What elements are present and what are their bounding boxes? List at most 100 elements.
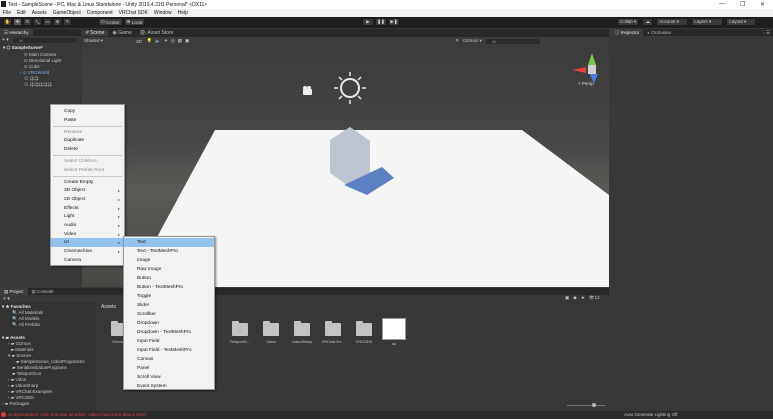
minimize-button[interactable]: — xyxy=(719,1,725,7)
hand-tool-icon[interactable]: ✋ xyxy=(3,18,12,26)
inspector-menu-icon[interactable]: ⋮☰ xyxy=(761,30,770,36)
tab-project[interactable]: ▤ Project xyxy=(0,288,28,295)
folder-icon[interactable] xyxy=(263,321,279,336)
audio-icon[interactable]: 🔈 xyxy=(155,38,161,44)
filter-type-icon[interactable]: ▣ xyxy=(565,295,569,301)
menu-item-ui[interactable]: UI ▸ xyxy=(51,238,124,247)
submenu-item-scroll-view[interactable]: Scroll View xyxy=(124,373,214,382)
menu-gameobject[interactable]: GameObject xyxy=(53,10,81,16)
effects-icon[interactable]: ✦ xyxy=(164,38,168,44)
play-button[interactable]: ▶ xyxy=(362,18,374,26)
icon-size-slider-thumb[interactable] xyxy=(592,403,596,407)
custom-tool-icon[interactable]: ✎ xyxy=(63,18,72,26)
collab-dropdown[interactable]: Collab ▾ xyxy=(617,18,640,26)
pause-button[interactable]: ❚❚ xyxy=(375,18,387,26)
menu-component[interactable]: Component xyxy=(87,10,113,16)
status-error-message[interactable]: UnityException: Hint: this was an editor… xyxy=(8,412,146,417)
submenu-item-button-tmp[interactable]: Button - TextMeshPro xyxy=(124,283,214,292)
menu-window[interactable]: Window xyxy=(154,10,172,16)
hierarchy-search-input[interactable]: All xyxy=(12,37,77,43)
tab-occlusion[interactable]: ◐ Occlusion xyxy=(643,29,675,36)
folder-icon[interactable] xyxy=(356,321,372,336)
submenu-item-text[interactable]: Text xyxy=(124,238,214,247)
add-icon[interactable]: + ▾ xyxy=(2,37,9,43)
step-button[interactable]: ▶❚ xyxy=(388,18,400,26)
pivot-local-button[interactable]: ⊞ Local xyxy=(123,18,146,26)
layout-dropdown[interactable]: Layout ▾ xyxy=(726,18,757,26)
assets-breadcrumb[interactable]: Assets xyxy=(101,304,116,310)
camera-icon[interactable]: ▣ xyxy=(185,38,189,44)
hierarchy-item-hohohoho[interactable]: ⊙ ほほほほほ xyxy=(24,82,52,88)
scene-root[interactable]: ▾ ⬡ SampleScene* xyxy=(3,45,43,51)
maximize-button[interactable]: ❐ xyxy=(740,1,745,8)
orientation-gizmo[interactable] xyxy=(572,53,598,83)
scale-tool-icon[interactable]: ⤡ xyxy=(33,18,42,26)
mode-2d-toggle[interactable]: 2D xyxy=(136,39,142,44)
menu-assets[interactable]: Assets xyxy=(32,10,47,16)
tools-icon[interactable]: ✕ xyxy=(455,38,459,44)
gizmos-dropdown[interactable]: Gizmos ▾ xyxy=(463,38,482,44)
hidden-objects-icon[interactable]: ◎ xyxy=(171,38,175,44)
icon-size-slider[interactable] xyxy=(567,405,605,406)
tab-scene[interactable]: # Scene xyxy=(82,29,109,36)
grid-icon[interactable]: ▦ xyxy=(178,38,182,44)
favorite-item[interactable]: 🔍 All Prefabs xyxy=(12,322,40,328)
menu-item-audio[interactable]: Audio ▸ xyxy=(51,221,124,230)
tab-hierarchy[interactable]: ☰ Hierarchy xyxy=(0,29,33,36)
favorite-icon[interactable]: ★ xyxy=(581,295,585,301)
folder-icon[interactable] xyxy=(232,321,248,336)
submenu-item-text-tmp[interactable]: Text - TextMeshPro xyxy=(124,247,214,256)
menu-item-cinemachine[interactable]: Cinemachine ▸ xyxy=(51,247,124,256)
scene-search-input[interactable]: All xyxy=(485,38,540,44)
tab-console[interactable]: ▤ Console xyxy=(28,288,58,295)
submenu-item-scrollbar[interactable]: Scrollbar xyxy=(124,310,214,319)
submenu-item-dropdown[interactable]: Dropdown xyxy=(124,319,214,328)
cloud-icon[interactable]: ☁ xyxy=(642,18,654,26)
submenu-item-toggle[interactable]: Toggle xyxy=(124,292,214,301)
sun-icon[interactable] xyxy=(340,78,360,98)
account-dropdown[interactable]: Account ▾ xyxy=(656,18,689,26)
folder-icon[interactable] xyxy=(325,321,341,336)
submenu-item-slider[interactable]: Slider xyxy=(124,301,214,310)
hidden-count-icon[interactable]: 👁13 xyxy=(589,295,600,301)
submenu-item-canvas[interactable]: Canvas xyxy=(124,355,214,364)
menu-file[interactable]: File xyxy=(3,10,11,16)
packages-section[interactable]: › ▰ Packages xyxy=(2,401,29,407)
menu-item-2d-object[interactable]: 2D Object ▸ xyxy=(51,195,124,204)
close-button[interactable]: ✕ xyxy=(760,1,765,8)
menu-vrchat-sdk[interactable]: VRChat SDK xyxy=(119,10,148,16)
tab-inspector[interactable]: ⓘ Inspector xyxy=(611,29,644,36)
image-asset-thumbnail[interactable] xyxy=(382,318,406,340)
move-tool-icon[interactable]: ✥ xyxy=(13,18,22,26)
pivot-center-button[interactable]: ⊡ Center xyxy=(98,18,123,26)
menu-item-light[interactable]: Light ▸ xyxy=(51,212,124,221)
rotate-tool-icon[interactable]: ↻ xyxy=(23,18,32,26)
submenu-item-image[interactable]: Image xyxy=(124,256,214,265)
filter-label-icon[interactable]: ◆ xyxy=(573,295,576,301)
submenu-item-input-field-tmp[interactable]: Input Field - TextMeshPro xyxy=(124,346,214,355)
shading-dropdown[interactable]: Shaded ▾ xyxy=(84,38,122,44)
camera-gizmo-icon[interactable] xyxy=(303,86,312,95)
rect-tool-icon[interactable]: ▭ xyxy=(43,18,52,26)
menu-item-delete[interactable]: Delete xyxy=(51,145,124,154)
menu-help[interactable]: Help xyxy=(178,10,188,16)
menu-item-paste[interactable]: Paste xyxy=(51,116,124,125)
perspective-label[interactable]: < Persp xyxy=(578,81,594,86)
submenu-item-button[interactable]: Button xyxy=(124,274,214,283)
submenu-item-panel[interactable]: Panel xyxy=(124,364,214,373)
tab-asset-store[interactable]: 🛍 Asset Store xyxy=(136,30,178,36)
layers-dropdown[interactable]: Layers ▾ xyxy=(691,18,724,26)
transform-tool-icon[interactable]: ⊕ xyxy=(53,18,62,26)
folder-icon[interactable] xyxy=(294,321,310,336)
submenu-item-dropdown-tmp[interactable]: Dropdown - TextMeshPro xyxy=(124,328,214,337)
menu-item-3d-object[interactable]: 3D Object ▸ xyxy=(51,186,124,195)
submenu-item-input-field[interactable]: Input Field xyxy=(124,337,214,346)
tab-game[interactable]: ◉ Game xyxy=(108,30,135,36)
lighting-icon[interactable]: 💡 xyxy=(147,38,153,44)
menu-item-copy[interactable]: Copy xyxy=(51,107,124,116)
menu-item-duplicate[interactable]: Duplicate xyxy=(51,136,124,145)
submenu-item-raw-image[interactable]: Raw Image xyxy=(124,265,214,274)
submenu-item-event-system[interactable]: Event System xyxy=(124,382,214,391)
menu-item-camera[interactable]: Camera xyxy=(51,256,124,265)
menu-edit[interactable]: Edit xyxy=(17,10,26,16)
